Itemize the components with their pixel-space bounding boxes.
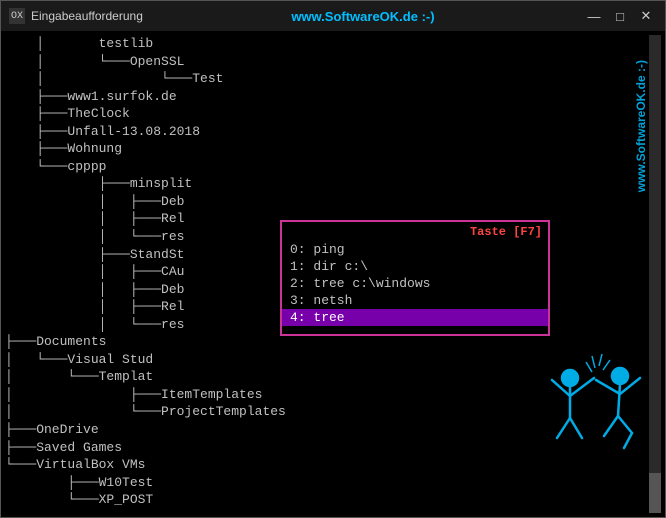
popup-header: Taste [F7]	[282, 222, 548, 241]
popup-item-2[interactable]: 2: tree c:\windows	[282, 275, 548, 292]
popup-items[interactable]: 0: ping1: dir c:\2: tree c:\windows3: ne…	[282, 241, 548, 334]
title-bar: OX Eingabeaufforderung www.SoftwareOK.de…	[1, 1, 665, 31]
minimize-button[interactable]: —	[583, 5, 605, 27]
popup-item-4[interactable]: 4: tree	[282, 309, 548, 326]
window-title: Eingabeaufforderung	[31, 9, 143, 23]
popup-item-3[interactable]: 3: netsh	[282, 292, 548, 309]
stick-figures-decoration	[542, 348, 652, 478]
title-watermark: www.SoftwareOK.de :-)	[143, 9, 583, 24]
side-watermark: www.SoftwareOK.de :-)	[634, 60, 648, 192]
maximize-button[interactable]: □	[609, 5, 631, 27]
popup-hotkey: Taste [F7]	[470, 225, 542, 239]
popup-item-0[interactable]: 0: ping	[282, 241, 548, 258]
title-bar-left: OX Eingabeaufforderung	[9, 8, 143, 24]
window-controls: — □ ✕	[583, 5, 657, 27]
close-button[interactable]: ✕	[635, 5, 657, 27]
app-icon: OX	[9, 8, 25, 24]
scrollbar-thumb[interactable]	[649, 473, 661, 513]
autocomplete-popup: Taste [F7] 0: ping1: dir c:\2: tree c:\w…	[280, 220, 550, 336]
popup-item-1[interactable]: 1: dir c:\	[282, 258, 548, 275]
